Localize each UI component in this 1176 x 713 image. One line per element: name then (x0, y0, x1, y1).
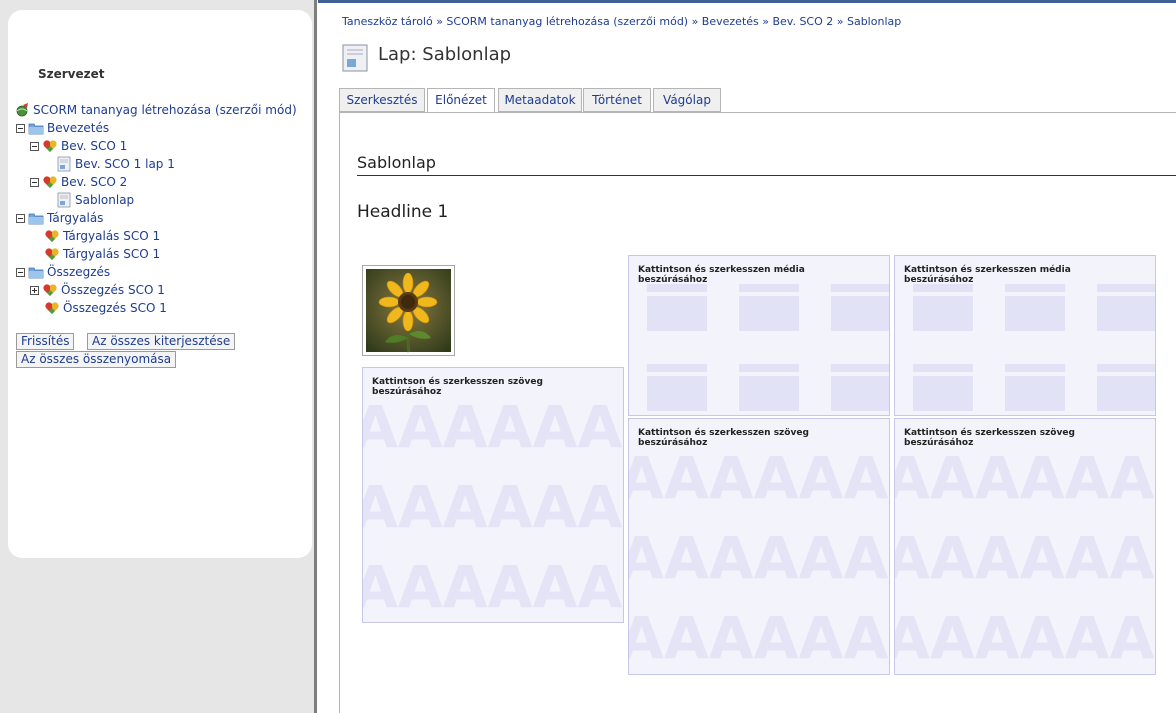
sunflower-image[interactable] (362, 265, 455, 356)
media-placeholder-right[interactable]: Kattintson és szerkesszen média beszúrás… (894, 255, 1156, 416)
tree-item-label[interactable]: Bevezetés (47, 119, 109, 137)
sco-heart-icon (43, 284, 57, 296)
text-watermark: AAAAAA (628, 524, 889, 592)
refresh-button[interactable]: Frissítés (16, 333, 75, 350)
tree-item-root[interactable]: SCORM tananyag létrehozása (szerzői mód) (14, 101, 297, 119)
headline[interactable]: Headline 1 (357, 202, 448, 222)
placeholder-label: Kattintson és szerkesszen média beszúrás… (904, 265, 1071, 285)
text-watermark: AAAAAA (628, 604, 889, 672)
tree-item-label[interactable]: SCORM tananyag létrehozása (szerzői mód) (33, 101, 297, 119)
panel-divider[interactable] (314, 0, 317, 713)
tree-item-sablonlap[interactable]: Sablonlap (56, 191, 134, 209)
expand-all-button[interactable]: Az összes kiterjesztése (87, 333, 236, 350)
sco-heart-icon (43, 176, 57, 188)
tree-item-bev-sco-2[interactable]: Bev. SCO 2 (30, 173, 127, 191)
organization-sidebar: Szervezet SCORM tananyag létrehozása (sz… (0, 0, 314, 713)
tree-item-label[interactable]: Összegzés (47, 263, 110, 281)
tree-collapse-icon[interactable] (16, 123, 25, 133)
tree-item-label[interactable]: Bev. SCO 2 (61, 173, 127, 191)
tree-item-osszegzes-sco-1[interactable]: Összegzés SCO 1 (30, 281, 165, 299)
text-watermark: AAAAAA (894, 604, 1155, 672)
page-icon (57, 192, 71, 208)
text-watermark: AAAAAA (362, 393, 623, 461)
text-placeholder-right[interactable]: AAAAAA AAAAAA AAAAAA Kattintson és szerk… (894, 418, 1156, 675)
folder-icon (28, 123, 44, 135)
tree-item-bevezetes[interactable]: Bevezetés (16, 119, 109, 137)
tab-vagolap[interactable]: Vágólap (653, 88, 721, 112)
tree-item-targyalas-sco-1b[interactable]: Tárgyalás SCO 1 (44, 245, 160, 263)
tree-item-targyalas-sco-1[interactable]: Tárgyalás SCO 1 (44, 227, 160, 245)
text-watermark: AAAAAA (628, 444, 889, 512)
tree-item-targyalas[interactable]: Tárgyalás (16, 209, 103, 227)
text-placeholder-middle[interactable]: AAAAAA AAAAAA AAAAAA Kattintson és szerk… (628, 418, 890, 675)
tree-item-label[interactable]: Bev. SCO 1 lap 1 (75, 155, 175, 173)
sco-heart-icon (45, 248, 59, 260)
text-watermark: AAAAAA (894, 444, 1155, 512)
tree-item-label[interactable]: Tárgyalás (47, 209, 103, 227)
page-title: Lap: Sablonlap (378, 44, 512, 65)
scorm-package-icon (16, 103, 28, 117)
text-watermark: AAAAAA (894, 524, 1155, 592)
placeholder-label: Kattintson és szerkesszen szöveg beszúrá… (904, 428, 1075, 448)
tab-tortenet[interactable]: Történet (583, 88, 651, 112)
tab-elonezet[interactable]: Előnézet (427, 88, 495, 113)
section-title: Sablonlap (357, 153, 436, 172)
folder-icon (28, 213, 44, 225)
tree-collapse-icon[interactable] (16, 267, 25, 277)
tree-item-label[interactable]: Tárgyalás SCO 1 (63, 245, 160, 263)
page-icon (342, 44, 368, 72)
media-placeholder-middle[interactable]: Kattintson és szerkesszen média beszúrás… (628, 255, 890, 416)
sco-heart-icon (45, 230, 59, 242)
section-divider (357, 175, 1176, 176)
placeholder-label: Kattintson és szerkesszen szöveg beszúrá… (638, 428, 809, 448)
top-rule (318, 0, 1176, 3)
tab-szerkesztes[interactable]: Szerkesztés (339, 88, 425, 112)
tree-item-label[interactable]: Bev. SCO 1 (61, 137, 127, 155)
tree-item-osszegzes[interactable]: Összegzés (16, 263, 110, 281)
tree-item-label[interactable]: Összegzés SCO 1 (61, 281, 165, 299)
tab-metaadatok[interactable]: Metaadatok (498, 88, 582, 112)
text-placeholder-left[interactable]: AAAAAA AAAAAA AAAAAA Kattintson és szerk… (362, 367, 624, 623)
placeholder-label: Kattintson és szerkesszen szöveg beszúrá… (372, 377, 543, 397)
tree-item-label[interactable]: Összegzés SCO 1 (63, 299, 167, 317)
text-watermark: AAAAAA (362, 473, 623, 541)
page-icon (57, 156, 71, 172)
text-watermark: AAAAAA (362, 553, 623, 621)
sidebar-title: Szervezet (38, 67, 105, 81)
sco-heart-icon (45, 302, 59, 314)
collapse-all-button[interactable]: Az összes összenyomása (16, 351, 177, 368)
tree-item-label[interactable]: Tárgyalás SCO 1 (63, 227, 160, 245)
tree-collapse-icon[interactable] (30, 177, 39, 187)
breadcrumb[interactable]: Taneszköz tároló » SCORM tananyag létreh… (342, 15, 901, 28)
tree-item-label[interactable]: Sablonlap (75, 191, 134, 209)
sco-heart-icon (43, 140, 57, 152)
tree-item-bev-sco-1-lap-1[interactable]: Bev. SCO 1 lap 1 (56, 155, 175, 173)
tree-collapse-icon[interactable] (16, 213, 25, 223)
tree-item-osszegzes-sco-1b[interactable]: Összegzés SCO 1 (44, 299, 167, 317)
placeholder-label: Kattintson és szerkesszen média beszúrás… (638, 265, 805, 285)
tree-item-bev-sco-1[interactable]: Bev. SCO 1 (30, 137, 127, 155)
tree-collapse-icon[interactable] (30, 141, 39, 151)
folder-icon (28, 267, 44, 279)
tree-expand-icon[interactable] (30, 285, 39, 295)
